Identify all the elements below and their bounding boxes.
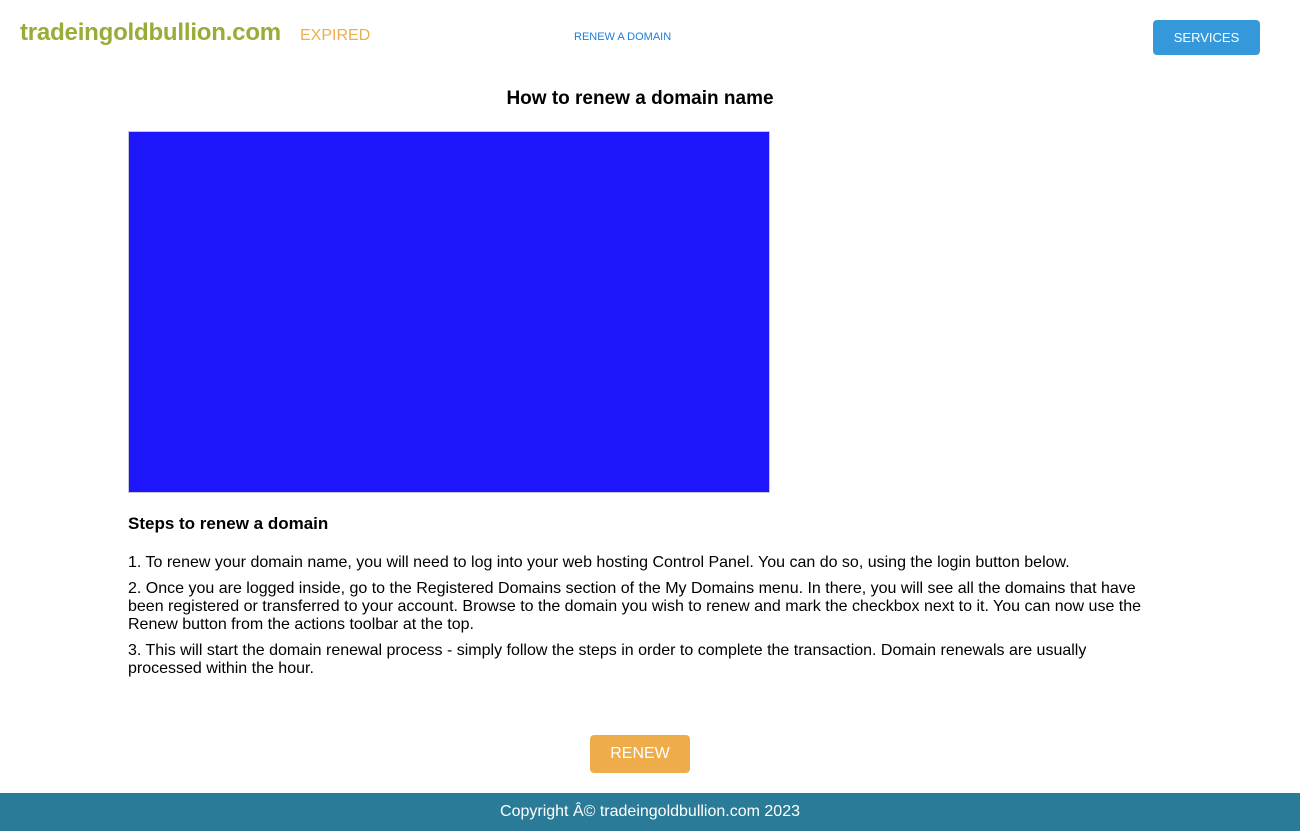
copyright-text: Copyright Â© tradeingoldbullion.com 2023 <box>500 803 800 820</box>
renew-button[interactable]: RENEW <box>590 735 690 773</box>
step-1: 1. To renew your domain name, you will n… <box>128 554 1070 571</box>
steps-list: 1. To renew your domain name, you will n… <box>128 554 1158 686</box>
step-3: 3. This will start the domain renewal pr… <box>128 642 1087 677</box>
site-name[interactable]: tradeingoldbullion.com <box>20 19 281 47</box>
step-2: 2. Once you are logged inside, go to the… <box>128 580 1142 633</box>
footer: Copyright Â© tradeingoldbullion.com 2023 <box>0 793 1300 831</box>
expired-status: EXPIRED <box>300 27 371 44</box>
services-button[interactable]: SERVICES <box>1153 20 1260 55</box>
renew-domain-link[interactable]: RENEW A DOMAIN <box>574 31 671 43</box>
tutorial-video[interactable] <box>128 131 770 493</box>
header: tradeingoldbullion.com EXPIRED RENEW A D… <box>0 0 1300 72</box>
page-title: How to renew a domain name <box>506 88 774 109</box>
steps-title: Steps to renew a domain <box>128 514 329 533</box>
page: tradeingoldbullion.com EXPIRED RENEW A D… <box>0 0 1300 831</box>
